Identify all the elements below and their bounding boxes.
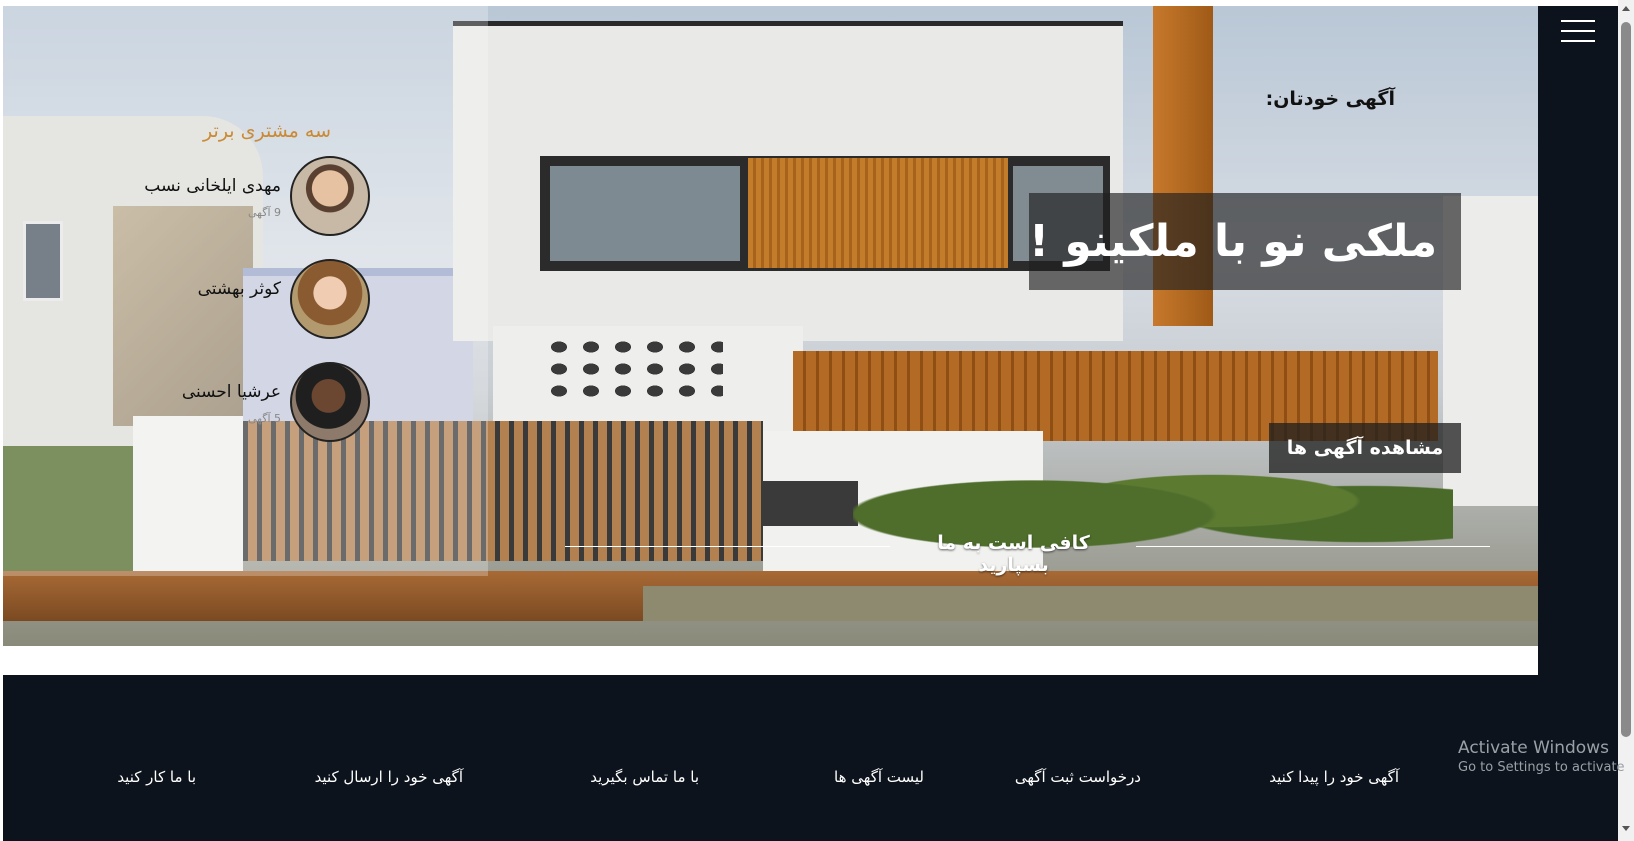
vertical-scrollbar[interactable] [1618, 0, 1634, 841]
slogan-divider-right [1136, 546, 1490, 547]
ad-label: آگهی خودتان: [1265, 88, 1395, 110]
slogan-text: کافی است به ما بسپارید [937, 532, 1090, 576]
scroll-up-icon[interactable] [1622, 6, 1630, 11]
top-customers-title: سه مشتری برتر [203, 120, 331, 142]
customer-card[interactable]: مهدی ایلخانی نسب 9 آگهی [103, 156, 373, 236]
footer-link-submit-ad[interactable]: آگهی خود را ارسال کنید [315, 768, 463, 786]
footer-link-ad-list[interactable]: لیست آگهی ها [834, 768, 924, 786]
customer-name: مهدی ایلخانی نسب [144, 176, 281, 196]
headline-box: ملکی نو با ملکینو ! [1029, 193, 1461, 290]
customer-name: کوثر بهشتی [197, 279, 281, 299]
footer: آگهی خود را پیدا کنید درخواست ثبت آگهی ل… [3, 675, 1618, 841]
avatar [290, 156, 370, 236]
customer-card[interactable]: کوثر بهشتی [103, 259, 373, 339]
footer-link-contact[interactable]: با ما تماس بگیرید [590, 768, 699, 786]
hamburger-menu-icon[interactable] [1561, 20, 1595, 44]
avatar [290, 259, 370, 339]
page-title: ملکی نو با ملکینو ! [1029, 216, 1438, 267]
windows-activation-watermark: Activate Windows Go to Settings to activ… [1458, 738, 1625, 775]
watermark-title: Activate Windows [1458, 738, 1609, 758]
scroll-down-icon[interactable] [1622, 826, 1630, 831]
customer-name: عرشیا احسنی [181, 382, 281, 402]
footer-link-careers[interactable]: با ما کار کنید [117, 768, 196, 786]
customer-ad-count: 5 آگهی [247, 412, 281, 425]
view-ads-button[interactable]: مشاهده آگهی ها [1269, 423, 1461, 473]
footer-link-find-ad[interactable]: آگهی خود را پیدا کنید [1269, 768, 1399, 786]
customer-ad-count: 9 آگهی [247, 206, 281, 219]
avatar [290, 362, 370, 442]
page: آگهی خودتان: ملکی نو با ملکینو ! مشاهده … [0, 0, 1634, 841]
slogan-divider-left [565, 546, 890, 547]
customer-card[interactable]: عرشیا احسنی 5 آگهی [103, 362, 373, 442]
scroll-thumb[interactable] [1621, 22, 1631, 737]
watermark-subtitle: Go to Settings to activate [1458, 760, 1625, 775]
footer-link-request-ad[interactable]: درخواست ثبت آگهی [1015, 768, 1141, 786]
hero-banner: آگهی خودتان: ملکی نو با ملکینو ! مشاهده … [3, 6, 1538, 646]
